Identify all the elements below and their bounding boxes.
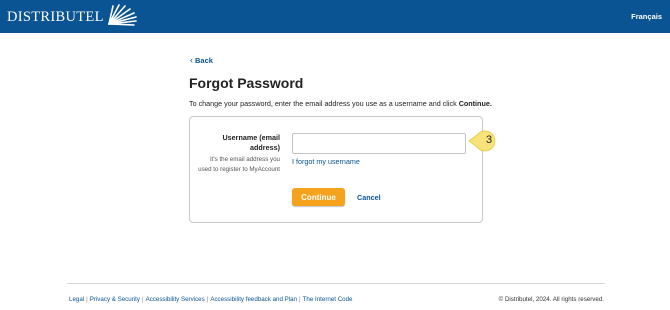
footer-links: Legal | Privacy & Security | Accessibility S…: [69, 296, 353, 303]
logo-text: DISTRIBUTEL: [7, 8, 104, 25]
back-link[interactable]: ‹ Back: [190, 55, 213, 65]
username-email-input[interactable]: [292, 133, 466, 154]
top-header: DISTRIBUTEL Français: [0, 0, 670, 33]
back-link-label: Back: [195, 55, 213, 65]
chevron-left-icon: ‹: [190, 55, 193, 65]
intro-text-bold: Continue.: [458, 99, 492, 108]
footer-divider: [67, 283, 605, 284]
intro-text-main: To change your password, enter the email…: [189, 99, 459, 108]
continue-button[interactable]: Continue: [292, 188, 345, 206]
cancel-link[interactable]: Cancel: [357, 193, 381, 202]
footer-separator: |: [86, 296, 88, 303]
forgot-username-link[interactable]: I forgot my username: [292, 157, 360, 166]
logo-burst-icon: [107, 3, 137, 26]
footer-link-accessibility-feedback[interactable]: Accessibility feedback and Plan: [210, 296, 297, 303]
language-toggle-link[interactable]: Français: [631, 12, 662, 21]
footer-link-accessibility-services[interactable]: Accessibility Services: [146, 296, 205, 303]
step-number: 3: [485, 134, 493, 146]
username-label: Username (email address): [222, 133, 280, 152]
footer-link-internet-code[interactable]: The Internet Code: [303, 296, 353, 303]
footer-link-legal[interactable]: Legal: [69, 296, 84, 303]
username-help-text: It's the email address you used to regis…: [198, 156, 280, 173]
page-title: Forgot Password: [189, 75, 304, 91]
distributel-logo[interactable]: DISTRIBUTEL: [7, 3, 139, 29]
footer-separator: |: [141, 296, 144, 303]
footer-separator: |: [299, 296, 301, 303]
footer-link-privacy[interactable]: Privacy & Security: [90, 296, 140, 303]
intro-text: To change your password, enter the email…: [189, 99, 492, 108]
copyright-text: © Distributel, 2024. All rights reserved…: [498, 296, 604, 303]
footer-separator: |: [206, 296, 209, 303]
